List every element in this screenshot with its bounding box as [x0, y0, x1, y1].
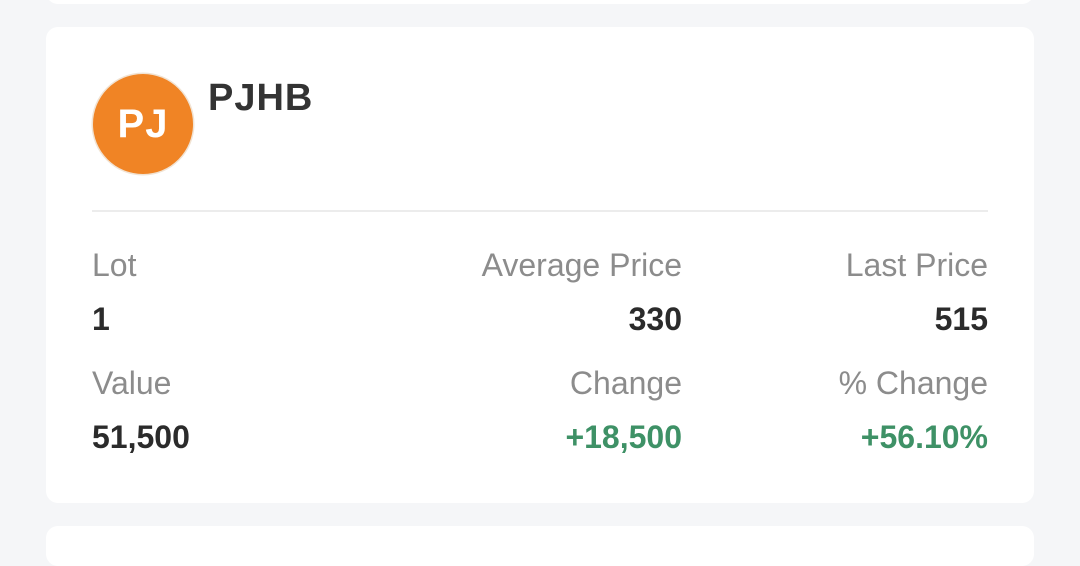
percent-change-label: % Change — [838, 365, 988, 401]
divider — [92, 210, 988, 212]
previous-card — [46, 0, 1034, 4]
value-value: 51,500 — [92, 419, 190, 455]
stock-ticker: PJHB — [208, 77, 314, 119]
stock-avatar: PJ — [93, 74, 193, 174]
average-price-label: Average Price — [481, 247, 682, 283]
last-price-label: Last Price — [845, 247, 988, 283]
lot-value: 1 — [92, 301, 110, 337]
holding-card[interactable]: PJ PJHB Lot 1 Average Price 330 Last Pri… — [46, 27, 1034, 503]
lot-label: Lot — [92, 247, 137, 283]
next-card — [46, 526, 1034, 566]
average-price-value: 330 — [628, 301, 682, 337]
percent-change-value: +56.10% — [860, 419, 988, 455]
change-value: +18,500 — [565, 419, 682, 455]
change-label: Change — [569, 365, 682, 401]
value-label: Value — [92, 365, 172, 401]
last-price-value: 515 — [934, 301, 988, 337]
avatar-initials: PJ — [117, 101, 169, 146]
